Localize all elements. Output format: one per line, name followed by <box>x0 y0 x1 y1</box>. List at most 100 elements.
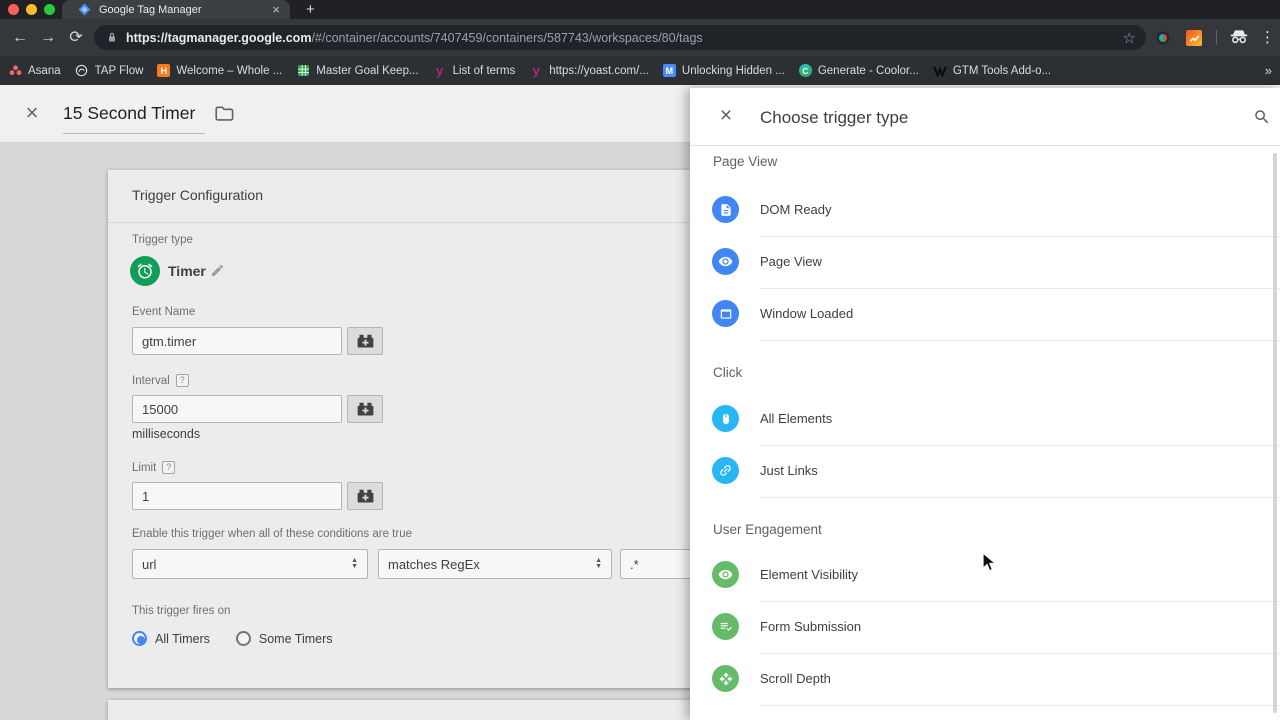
colorwheel-extension-icon[interactable] <box>1156 31 1170 45</box>
url-bar[interactable]: https://tagmanager.google.com/#/containe… <box>94 25 1146 50</box>
trigger-item-all-elements[interactable]: All Elements <box>690 393 1280 445</box>
limit-help-icon[interactable]: ? <box>162 461 176 474</box>
browser-menu-icon[interactable]: ⋮ <box>1260 19 1275 56</box>
bookmark-asana[interactable]: Asana <box>8 60 61 82</box>
condition-operator-select[interactable]: matches RegEx ▲ ▼ <box>378 549 612 579</box>
form-check-icon <box>712 613 739 640</box>
asana-icon <box>8 64 22 78</box>
some-timers-label: Some Timers <box>258 631 333 646</box>
macos-zoom-light[interactable] <box>44 4 55 15</box>
yoast-y-icon: y <box>435 63 444 78</box>
variable-brick-icon <box>357 402 373 415</box>
lock-icon <box>109 32 115 42</box>
event-name-variable-button[interactable] <box>347 327 383 355</box>
trigger-item-just-links[interactable]: Just Links <box>690 445 1280 497</box>
screen: Google Tag Manager × + ← → ⟳ https://tag… <box>0 0 1280 720</box>
search-icon[interactable] <box>1253 108 1271 131</box>
forward-icon[interactable]: → <box>36 19 60 56</box>
mouse-icon <box>712 405 739 432</box>
all-timers-label: All Timers <box>155 631 210 646</box>
trigger-item-window-loaded[interactable]: Window Loaded <box>690 288 1280 340</box>
trigger-item-page-view[interactable]: Page View <box>690 236 1280 288</box>
bookmark-yoast[interactable]: y https://yoast.com/... <box>529 60 649 82</box>
incognito-profile-icon[interactable] <box>1228 27 1250 52</box>
tab-close-icon[interactable]: × <box>272 2 280 17</box>
conditions-label: Enable this trigger when all of these co… <box>132 528 412 540</box>
new-tab-button[interactable]: + <box>306 0 315 19</box>
bookmark-list-of-terms[interactable]: y List of terms <box>433 60 515 82</box>
interval-help-icon[interactable]: ? <box>175 374 189 387</box>
trigger-type-value: Timer <box>168 263 206 279</box>
coolors-c-icon: C <box>798 64 812 77</box>
link-icon <box>712 457 739 484</box>
bookmark-master-goal-keeper[interactable]: Master Goal Keep... <box>296 60 419 82</box>
event-name-label: Event Name <box>132 306 196 318</box>
fires-on-label: This trigger fires on <box>132 605 231 617</box>
variable-brick-icon <box>357 489 373 502</box>
panel-close-icon[interactable]: × <box>714 102 738 130</box>
folder-icon[interactable] <box>214 104 234 127</box>
limit-label: Limit? <box>132 461 176 474</box>
page-view-eye-icon <box>712 248 739 275</box>
bookmark-generate-coolors[interactable]: C Generate - Coolor... <box>798 60 919 82</box>
title-underline <box>63 133 205 134</box>
bookmarks-overflow-icon[interactable]: » <box>1265 63 1272 78</box>
reload-icon[interactable]: ⟳ <box>64 19 88 56</box>
limit-variable-button[interactable] <box>347 482 383 510</box>
all-timers-radio[interactable] <box>132 631 147 646</box>
analytics-extension-icon[interactable] <box>1186 30 1202 46</box>
bookmark-star-icon[interactable]: ☆ <box>1123 29 1136 47</box>
url-domain: https://tagmanager.google.com <box>126 30 312 45</box>
section-page-view: Page View <box>713 154 778 169</box>
section-click: Click <box>713 365 743 380</box>
gtm-favicon-icon <box>78 3 91 16</box>
medium-m-icon: M <box>662 64 676 77</box>
limit-input[interactable] <box>132 482 342 510</box>
card-title: Trigger Configuration <box>132 187 263 203</box>
trigger-item-form-submission[interactable]: Form Submission <box>690 601 1280 653</box>
trigger-name-title[interactable]: 15 Second Timer <box>63 103 195 124</box>
trigger-type-label: Trigger type <box>132 234 193 246</box>
trigger-item-dom-ready[interactable]: DOM Ready <box>690 184 1280 236</box>
section-user-engagement: User Engagement <box>713 522 822 537</box>
macos-close-light[interactable] <box>8 4 19 15</box>
select-spinner-icon: ▲ ▼ <box>595 557 602 570</box>
select-spinner-icon: ▲ ▼ <box>351 557 358 570</box>
interval-variable-button[interactable] <box>347 395 383 423</box>
macos-minimize-light[interactable] <box>26 4 37 15</box>
trigger-item-scroll-depth[interactable]: Scroll Depth <box>690 653 1280 705</box>
editor-close-icon[interactable]: × <box>20 99 44 127</box>
visibility-eye-icon <box>712 561 739 588</box>
tab-title: Google Tag Manager <box>99 3 202 16</box>
analytics-arrow-icon <box>1189 34 1199 42</box>
bookmark-unlocking-hidden[interactable]: M Unlocking Hidden ... <box>662 60 785 82</box>
event-name-input[interactable] <box>132 327 342 355</box>
fires-on-options: All Timers Some Timers <box>132 631 359 646</box>
edit-pencil-icon[interactable] <box>210 263 225 283</box>
url-path: /#/container/accounts/7407459/containers… <box>311 30 703 45</box>
panel-scrollbar[interactable] <box>1273 153 1277 713</box>
bookmark-tap-flow[interactable]: TAP Flow <box>75 60 143 82</box>
h-letter-icon: H <box>157 64 171 77</box>
panel-header-divider <box>690 145 1280 146</box>
timer-trigger-icon <box>130 256 160 286</box>
bookmarks-bar: Asana TAP Flow H Welcome – Whole ... Mas… <box>0 56 1280 85</box>
browser-titlebar: Google Tag Manager × + <box>0 0 1280 19</box>
variable-brick-icon <box>357 334 373 347</box>
back-icon[interactable]: ← <box>8 19 32 56</box>
panel-title: Choose trigger type <box>760 108 909 127</box>
toolbar-divider <box>1216 30 1217 45</box>
interval-input[interactable] <box>132 395 342 423</box>
yoast-y-icon: y <box>532 63 540 78</box>
alarm-clock-icon <box>137 263 153 279</box>
mouse-cursor <box>982 551 999 578</box>
bookmark-gtm-tools[interactable]: GTM Tools Add-o... <box>932 60 1051 82</box>
some-timers-radio[interactable] <box>235 631 251 646</box>
browser-tab[interactable]: Google Tag Manager × <box>62 0 290 19</box>
browser-navbar: ← → ⟳ https://tagmanager.google.com/#/co… <box>0 19 1280 56</box>
interval-unit: milliseconds <box>132 427 201 441</box>
bookmark-welcome-whole[interactable]: H Welcome – Whole ... <box>157 60 282 82</box>
condition-variable-select[interactable]: url ▲ ▼ <box>132 549 368 579</box>
window-loaded-icon <box>712 300 739 327</box>
tap-flow-icon <box>75 64 89 78</box>
